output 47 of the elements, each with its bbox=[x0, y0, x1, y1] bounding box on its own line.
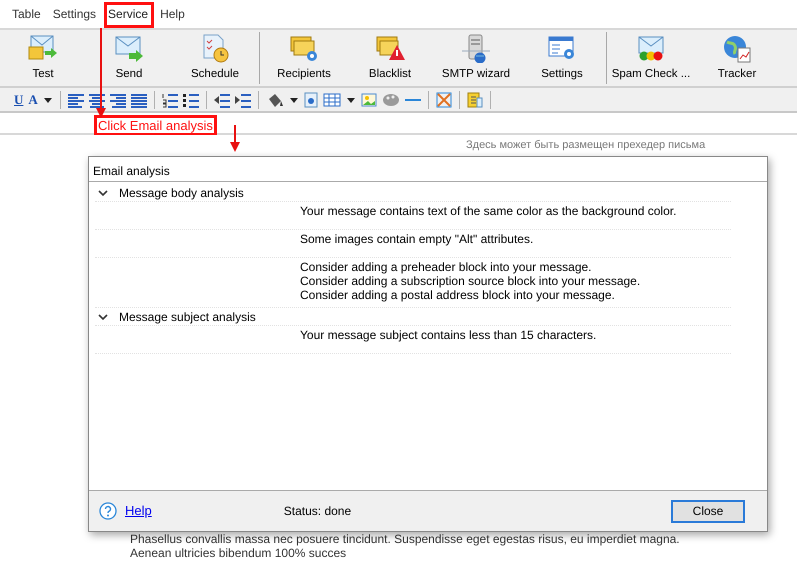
analysis-message: Consider adding a subscription source block into your message. bbox=[300, 274, 642, 288]
font-color-button[interactable]: A bbox=[28, 92, 38, 108]
toolbar-button[interactable]: Tracker bbox=[694, 30, 780, 86]
group-label[interactable]: Message body analysis bbox=[119, 184, 244, 202]
help-icon[interactable] bbox=[99, 502, 117, 520]
toolbar-button[interactable]: Recipients bbox=[261, 30, 347, 86]
annotation-arrow bbox=[230, 125, 240, 152]
paragraph-line: Aenean ultricies bibendum 100% succes bbox=[130, 546, 348, 560]
outdent-icon[interactable] bbox=[214, 92, 230, 108]
bullet-list-icon[interactable] bbox=[182, 92, 199, 108]
group-label[interactable]: Message subject analysis bbox=[119, 308, 256, 326]
analysis-message: Consider adding a preheader block into your message. bbox=[300, 260, 593, 274]
toolbar-button[interactable]: Settings bbox=[519, 30, 605, 86]
indent-icon[interactable] bbox=[234, 92, 251, 108]
align-center-icon[interactable] bbox=[88, 92, 105, 108]
toolbar-button[interactable]: Spam Check ... bbox=[608, 30, 694, 86]
server-globe-icon bbox=[460, 32, 492, 63]
numbered-list-icon[interactable] bbox=[162, 92, 178, 108]
preheader-text: Здесь может быть размещен прехедер письма bbox=[466, 139, 706, 152]
help-link[interactable]: Help bbox=[125, 501, 152, 521]
analysis-message: Consider adding a postal address block into your message. bbox=[300, 288, 616, 302]
analysis-message: Your message subject contains less than 15 characters. bbox=[300, 328, 598, 342]
analysis-message: Some images contain empty "Alt" attributes. bbox=[300, 232, 534, 246]
menu-item[interactable]: Help bbox=[154, 4, 191, 24]
table-icon[interactable] bbox=[322, 92, 341, 108]
image-icon[interactable] bbox=[304, 92, 318, 108]
note-icon[interactable] bbox=[466, 92, 483, 108]
paragraph-line: Phasellus convallis massa nec posuere tincidunt. Suspendisse eget egestas risus, eu imperdiet magna. bbox=[130, 532, 681, 546]
toolbar-button[interactable]: Schedule bbox=[172, 30, 258, 86]
toolbar-button[interactable]: Blacklist bbox=[347, 30, 433, 86]
close-button[interactable]: Close bbox=[671, 500, 745, 522]
analysis-message: Your message contains text of the same color as the background color. bbox=[300, 204, 678, 218]
toolbar-button[interactable]: Test bbox=[0, 30, 86, 86]
align-right-icon[interactable] bbox=[110, 92, 126, 108]
justify-icon[interactable] bbox=[130, 92, 147, 108]
picture-icon[interactable] bbox=[360, 92, 377, 108]
cross-icon[interactable] bbox=[436, 92, 452, 108]
annotation-label: Click Email analysis bbox=[94, 115, 217, 136]
align-left-icon[interactable] bbox=[68, 92, 84, 108]
toolbar-button[interactable]: Send bbox=[86, 30, 172, 86]
toolbar-button[interactable]: SMTP wizard bbox=[433, 30, 519, 86]
underline-button[interactable]: U bbox=[14, 92, 24, 108]
status-text: Status: done bbox=[284, 503, 352, 520]
menu-item[interactable]: Service bbox=[102, 4, 154, 24]
dialog-title: Email analysis bbox=[89, 157, 767, 182]
menu-item[interactable]: Settings bbox=[46, 4, 102, 24]
menu-item[interactable]: Table bbox=[6, 4, 47, 24]
